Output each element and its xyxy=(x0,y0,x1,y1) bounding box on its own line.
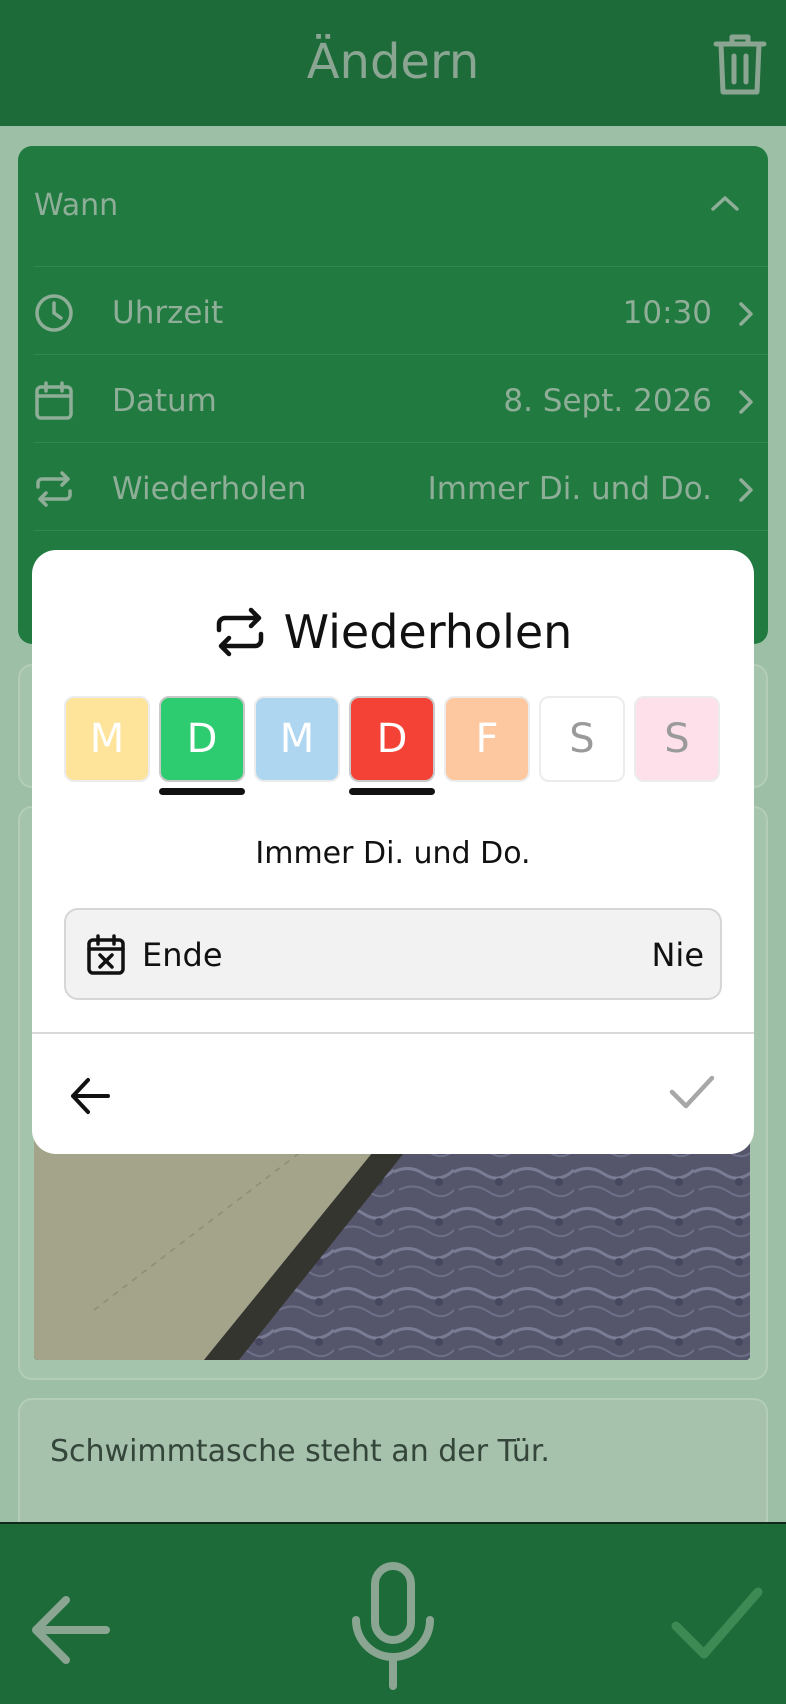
row-label: Uhrzeit xyxy=(112,295,224,331)
trash-icon[interactable] xyxy=(712,32,768,98)
chevron-right-icon xyxy=(739,302,753,326)
weekday-selector: M D M D F S S xyxy=(64,696,720,796)
day-button-friday[interactable]: F xyxy=(444,696,530,782)
repeat-dialog: Wiederholen M D M D F S S Immer Di. und … xyxy=(32,550,754,1154)
dialog-divider xyxy=(32,1032,754,1034)
confirm-check-icon[interactable] xyxy=(670,1584,764,1668)
row-value: 8. Sept. 2026 xyxy=(503,383,712,419)
chevron-up-icon[interactable] xyxy=(710,194,740,212)
selected-indicator xyxy=(349,788,435,795)
row-label: Wiederholen xyxy=(112,471,307,507)
row-value: 10:30 xyxy=(622,295,712,331)
page-title: Ändern xyxy=(306,34,480,90)
repeat-icon xyxy=(216,607,263,657)
day-letter: M xyxy=(89,716,125,762)
row-uhrzeit[interactable]: Uhrzeit 10:30 xyxy=(34,266,768,354)
back-arrow-icon[interactable] xyxy=(28,1588,112,1672)
day-letter: M xyxy=(279,716,315,762)
row-label: Datum xyxy=(112,383,217,419)
chevron-right-icon xyxy=(739,478,753,502)
row-wiederholen[interactable]: Wiederholen Immer Di. und Do. xyxy=(34,442,768,530)
dialog-title: Wiederholen xyxy=(283,605,573,659)
repeat-summary: Immer Di. und Do. xyxy=(255,836,531,871)
day-button-wednesday[interactable]: M xyxy=(254,696,340,782)
wann-section-title: Wann xyxy=(34,188,119,223)
dialog-header: Wiederholen xyxy=(32,602,754,662)
back-arrow-icon[interactable] xyxy=(68,1074,112,1118)
bottom-bar xyxy=(0,1522,786,1704)
row-datum[interactable]: Datum 8. Sept. 2026 xyxy=(34,354,768,442)
end-label: Ende xyxy=(142,936,223,974)
calendar-x-icon xyxy=(87,934,125,975)
chevron-right-icon xyxy=(739,390,753,414)
end-value: Nie xyxy=(651,936,704,974)
day-letter: F xyxy=(475,716,499,762)
row-divider xyxy=(34,530,768,532)
day-button-monday[interactable]: M xyxy=(64,696,150,782)
selected-indicator xyxy=(159,788,245,795)
end-date-field[interactable]: Ende Nie xyxy=(64,908,722,1000)
repeat-icon xyxy=(36,471,72,507)
day-letter: D xyxy=(376,716,408,762)
note-text: Schwimmtasche steht an der Tür. xyxy=(50,1434,550,1469)
day-letter: D xyxy=(186,716,218,762)
check-icon[interactable] xyxy=(668,1072,716,1112)
microphone-icon[interactable] xyxy=(350,1562,436,1692)
top-app-bar: Ändern xyxy=(0,0,786,126)
day-letter: S xyxy=(569,716,595,762)
day-letter: S xyxy=(664,716,690,762)
day-button-thursday[interactable]: D xyxy=(349,696,435,782)
calendar-icon xyxy=(35,381,73,420)
clock-icon xyxy=(35,294,73,332)
day-button-tuesday[interactable]: D xyxy=(159,696,245,782)
day-button-saturday[interactable]: S xyxy=(539,696,625,782)
day-button-sunday[interactable]: S xyxy=(634,696,720,782)
row-value: Immer Di. und Do. xyxy=(427,471,712,507)
